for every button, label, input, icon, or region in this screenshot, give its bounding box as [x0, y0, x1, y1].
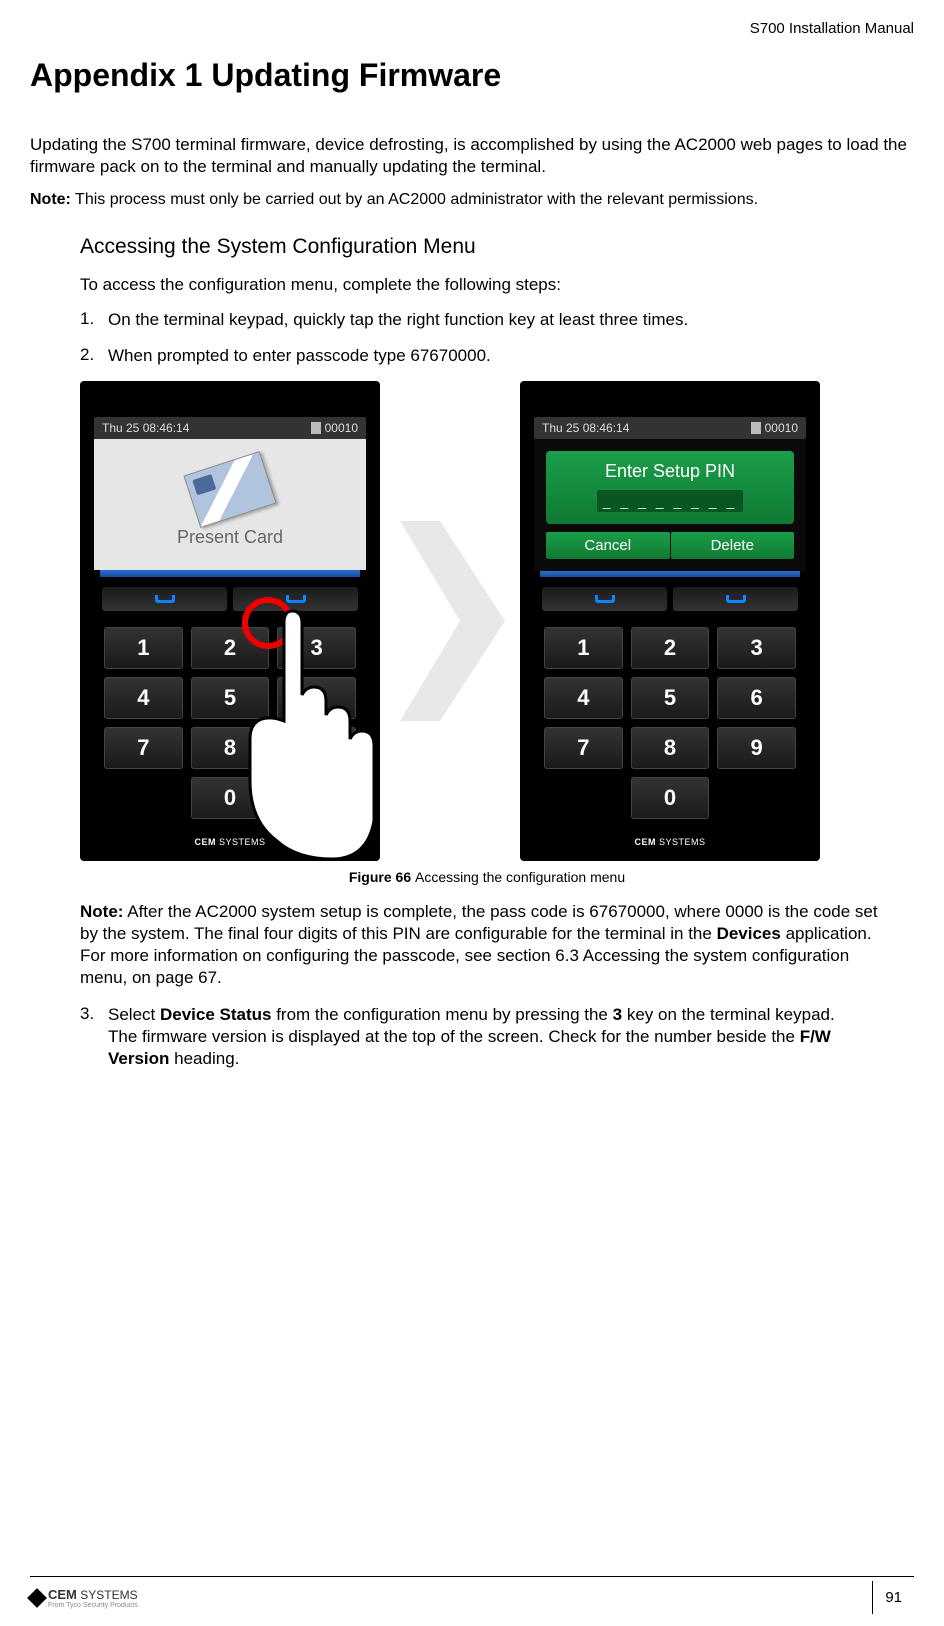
status-icons: 00010 — [751, 421, 798, 435]
soft-right[interactable] — [673, 587, 798, 611]
key-9[interactable]: 9 — [717, 727, 796, 769]
figure-66: Thu 25 08:46:14 00010 Present Card 1 2 3… — [80, 381, 894, 861]
status-bar: Thu 25 08:46:14 00010 — [534, 417, 806, 439]
device-status-bold: Device Status — [160, 1005, 272, 1024]
footer-subtext: From Tyco Security Products — [48, 1602, 138, 1609]
t: key on the terminal keypad. — [622, 1005, 835, 1024]
status-id: 00010 — [325, 421, 358, 435]
step-2: 2. When prompted to enter passcode type … — [80, 345, 894, 367]
soft-key-row — [534, 577, 806, 621]
pin-field[interactable]: _ _ _ _ _ _ _ _ — [597, 490, 744, 512]
terminal-brand: CEM SYSTEMS — [534, 829, 806, 847]
step-number: 3. — [80, 1004, 108, 1070]
key-0[interactable]: 0 — [631, 777, 710, 819]
status-time: Thu 25 08:46:14 — [102, 421, 189, 435]
pin-entry-screen: Enter Setup PIN _ _ _ _ _ _ _ _ Cancel D… — [534, 439, 806, 571]
soft-left[interactable] — [102, 587, 227, 611]
bracket-icon — [155, 595, 175, 603]
step-text: On the terminal keypad, quickly tap the … — [108, 309, 894, 331]
keypad: 1 2 3 4 5 6 7 8 9 0 — [534, 621, 806, 829]
brand-bold: CEM — [634, 837, 656, 847]
signal-icon — [311, 422, 321, 434]
figure-label: Figure 66 — [349, 869, 415, 885]
note-block: Note: After the AC2000 system setup is c… — [80, 901, 894, 989]
key-2[interactable]: 2 — [631, 627, 710, 669]
page-title: Appendix 1 Updating Firmware — [30, 57, 914, 94]
footer-brand-light: SYSTEMS — [80, 1588, 137, 1602]
key-7[interactable]: 7 — [104, 727, 183, 769]
card-icon — [183, 451, 276, 528]
t: The firmware version is displayed at the… — [108, 1027, 800, 1046]
status-id: 00010 — [765, 421, 798, 435]
key-5[interactable]: 5 — [631, 677, 710, 719]
present-card-label: Present Card — [177, 527, 283, 548]
status-bar: Thu 25 08:46:14 00010 — [94, 417, 366, 439]
section-heading: Accessing the System Configuration Menu — [80, 235, 894, 259]
terminal-left: Thu 25 08:46:14 00010 Present Card 1 2 3… — [80, 381, 380, 861]
step-intro: To access the configuration menu, comple… — [80, 275, 894, 295]
brand-light: SYSTEMS — [656, 837, 706, 847]
step-number: 2. — [80, 345, 108, 367]
soft-left[interactable] — [542, 587, 667, 611]
divider-bar — [100, 570, 360, 577]
step-1: 1. On the terminal keypad, quickly tap t… — [80, 309, 894, 331]
status-icons: 00010 — [311, 421, 358, 435]
devices-bold: Devices — [717, 924, 781, 943]
t: heading. — [169, 1049, 239, 1068]
key-1[interactable]: 1 — [544, 627, 623, 669]
t: Select — [108, 1005, 160, 1024]
step-number: 1. — [80, 309, 108, 331]
page-number: 91 — [872, 1581, 914, 1614]
transition-arrow-icon — [380, 491, 520, 751]
key-4[interactable]: 4 — [104, 677, 183, 719]
key-3-bold: 3 — [613, 1005, 622, 1024]
top-note: Note: This process must only be carried … — [30, 190, 914, 211]
pin-button-row: Cancel Delete — [546, 532, 794, 559]
page-footer: CEM SYSTEMS From Tyco Security Products … — [30, 1576, 914, 1614]
pointing-hand-icon — [222, 601, 382, 861]
key-8[interactable]: 8 — [631, 727, 710, 769]
key-3[interactable]: 3 — [717, 627, 796, 669]
key-6[interactable]: 6 — [717, 677, 796, 719]
terminal-right: Thu 25 08:46:14 00010 Enter Setup PIN _ … — [520, 381, 820, 861]
note-text: This process must only be carried out by… — [71, 191, 758, 208]
delete-button[interactable]: Delete — [671, 532, 795, 559]
signal-icon — [751, 422, 761, 434]
manual-title: S700 Installation Manual — [30, 20, 914, 37]
bracket-icon — [595, 595, 615, 603]
footer-brand-bold: CEM — [48, 1587, 77, 1602]
step-text: When prompted to enter passcode type 676… — [108, 345, 894, 367]
diamond-icon — [27, 1588, 47, 1608]
bracket-icon — [726, 595, 746, 603]
t: from the configuration menu by pressing … — [271, 1005, 612, 1024]
pin-title: Enter Setup PIN — [554, 461, 786, 482]
step-text: Select Device Status from the configurat… — [108, 1004, 894, 1070]
key-4[interactable]: 4 — [544, 677, 623, 719]
key-1[interactable]: 1 — [104, 627, 183, 669]
status-time: Thu 25 08:46:14 — [542, 421, 629, 435]
note-label: Note: — [30, 191, 71, 208]
step-3: 3. Select Device Status from the configu… — [80, 1004, 894, 1070]
cancel-button[interactable]: Cancel — [546, 532, 670, 559]
figure-caption: Figure 66 Accessing the configuration me… — [80, 869, 894, 885]
brand-bold: CEM — [194, 837, 216, 847]
footer-logo: CEM SYSTEMS From Tyco Security Products — [30, 1587, 138, 1609]
pin-box: Enter Setup PIN _ _ _ _ _ _ _ _ — [546, 451, 794, 524]
key-7[interactable]: 7 — [544, 727, 623, 769]
note-label: Note: — [80, 902, 123, 921]
present-card-screen: Present Card — [94, 439, 366, 570]
intro-paragraph: Updating the S700 terminal firmware, dev… — [30, 134, 914, 178]
figure-text: Accessing the configuration menu — [415, 869, 625, 885]
